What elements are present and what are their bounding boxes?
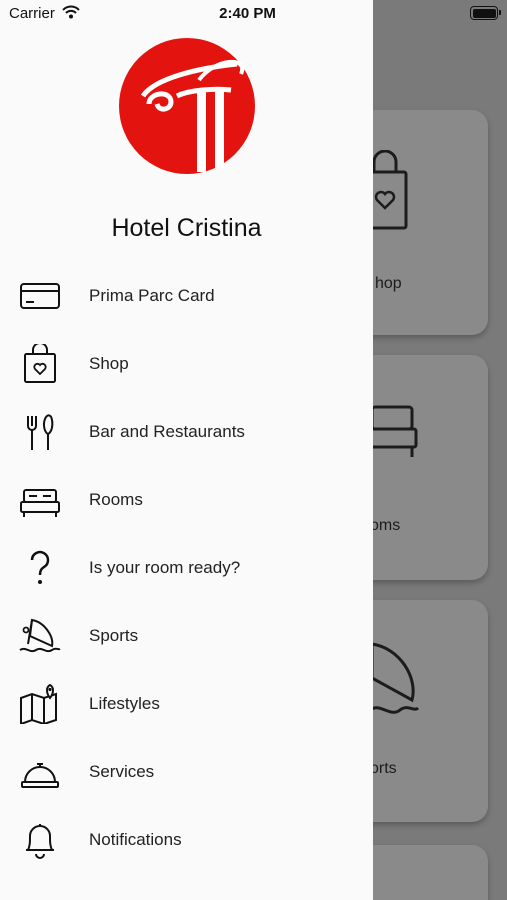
bg-card-label: oms [370,517,401,534]
menu-item-sports[interactable]: Sports [0,602,373,670]
card-icon [20,283,60,309]
menu-item-lifestyles[interactable]: Lifestyles [0,670,373,738]
service-bell-icon [21,763,59,788]
bg-card-label: hop [375,275,402,292]
menu-item-label: Notifications [89,830,182,849]
menu-item-bar-and-restaurants[interactable]: Bar and Restaurants [0,398,373,466]
bg-card-label: orts [370,760,397,777]
menu-item-rooms[interactable]: Rooms [0,466,373,534]
menu-item-label: Is your room ready? [89,558,241,577]
menu-item-prima-parc-card[interactable]: Prima Parc Card [0,262,373,330]
map-icon [20,684,57,724]
menu-item-shop[interactable]: Shop [0,330,373,398]
battery-icon [470,6,501,20]
windsurf-icon [19,618,61,653]
bed-icon [20,489,60,517]
clock: 2:40 PM [219,5,276,22]
shopping-bag-icon [24,344,56,383]
hotel-logo [119,38,255,174]
menu-item-label: Prima Parc Card [89,286,215,305]
hotel-name: Hotel Cristina [111,214,262,242]
menu-item-label: Sports [89,626,139,645]
menu-item-label: Services [89,762,155,781]
menu-item-label: Bar and Restaurants [89,422,245,441]
status-bar: Carrier 2:40 PM [0,0,507,28]
menu-item-label: Shop [89,354,129,373]
bell-icon [26,824,54,859]
menu-item-room-ready[interactable]: Is your room ready? [0,534,373,602]
menu-item-notifications[interactable]: Notifications [0,806,373,874]
fork-knife-icon [27,414,54,450]
menu-item-services[interactable]: Services [0,738,373,806]
side-drawer: Hotel Cristina Prima Parc Card Shop Bar … [0,0,373,900]
menu-item-label: Lifestyles [89,694,160,713]
menu-item-label: Rooms [89,490,143,509]
question-icon [30,550,50,584]
